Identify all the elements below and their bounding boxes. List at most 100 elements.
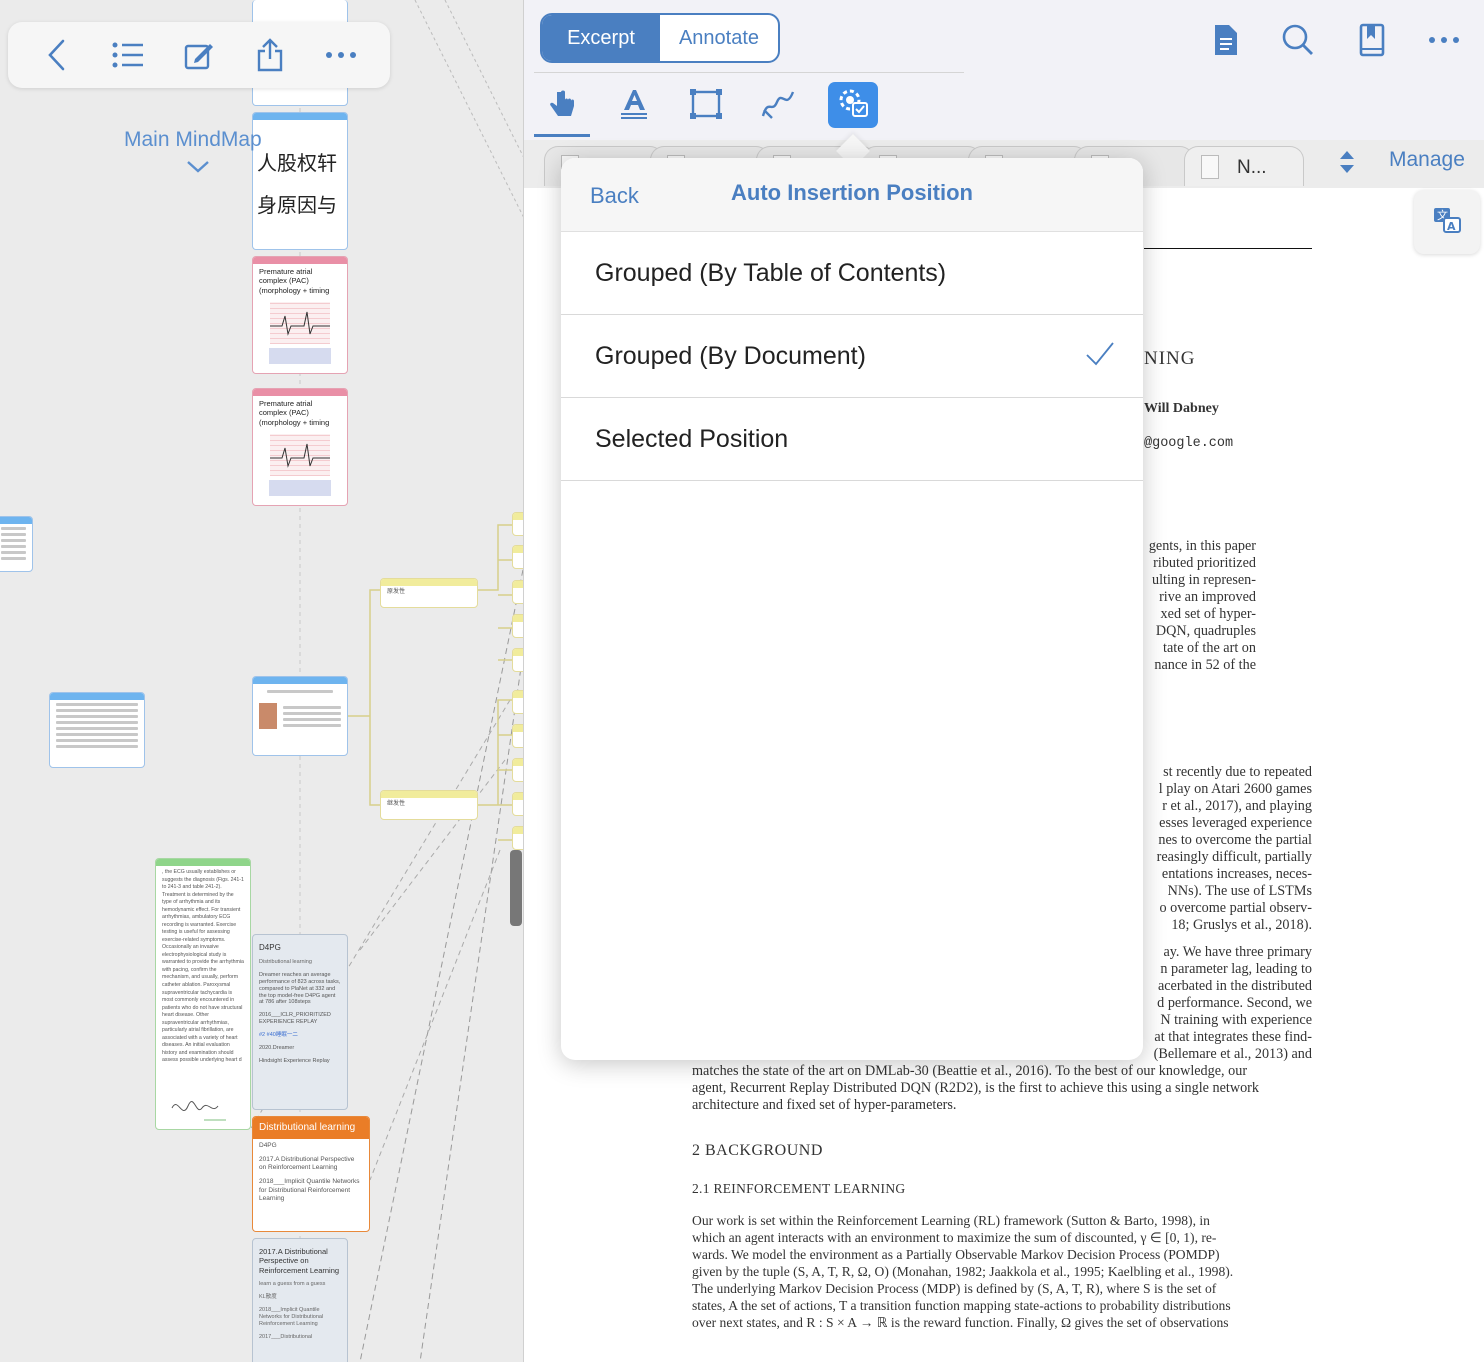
rectangle-select-icon[interactable] [680, 80, 732, 128]
text-line: r et al., 2017), and playing [1162, 798, 1312, 814]
more-icon[interactable] [1422, 18, 1466, 62]
option-label: Grouped (By Document) [595, 341, 866, 370]
excerpt-segment[interactable]: Excerpt [542, 15, 660, 61]
card-note [269, 480, 331, 497]
node-label: 继发性 [387, 801, 406, 807]
mindmap-title[interactable]: Main MindMap [124, 128, 262, 152]
subsection-heading: 2.1 REINFORCEMENT LEARNING [692, 1181, 906, 1196]
text-line: Our work is set within the Reinforcement… [692, 1213, 1210, 1228]
annotate-segment[interactable]: Annotate [660, 15, 778, 61]
card-item: Distributional learning [259, 959, 312, 965]
more-icon[interactable] [319, 33, 363, 77]
ecg-thumbnail [270, 302, 330, 345]
back-chevron-icon[interactable] [35, 33, 79, 77]
node-label: 原发性 [387, 589, 406, 595]
intro-text: st recently due to repeated l play on At… [1144, 764, 1312, 934]
text-line: xed set of hyper- [1160, 606, 1256, 622]
card-item: D4PG [259, 1142, 277, 1149]
share-icon[interactable] [248, 33, 292, 77]
pac-card[interactable]: Premature atrial complex (PAC) (morpholo… [252, 256, 348, 374]
text-line: reasingly difficult, partially [1156, 849, 1312, 865]
mode-segmented-control: Excerpt Annotate [540, 13, 780, 63]
sort-icon[interactable] [1338, 150, 1356, 174]
option-selected-position[interactable]: Selected Position [561, 398, 1143, 481]
mindmap-canvas[interactable]: 人股权轩 身原因与 Premature atrial complex (PAC)… [0, 0, 525, 1362]
author-fragment: Will Dabney [1144, 401, 1219, 416]
text-line: The underlying Markov Decision Process (… [692, 1281, 1217, 1296]
card-item: 2016___ICLR_PRIORITIZED EXPERIENCE REPLA… [259, 1012, 331, 1026]
mindmap-node[interactable]: 原发性 [380, 578, 478, 608]
section-heading: 2 BACKGROUND [692, 1142, 823, 1159]
text-line: ributed prioritized [1153, 555, 1256, 571]
option-label: Selected Position [595, 424, 789, 453]
mindmap-card[interactable] [252, 676, 348, 756]
card-item: 2017.A Distributional Perspective on Rei… [259, 1156, 355, 1172]
hand-pointer-icon[interactable] [536, 80, 588, 128]
search-icon[interactable] [1276, 18, 1320, 62]
d4pg-card[interactable]: D4PG Distributional learning Dreamer rea… [252, 934, 348, 1110]
active-tool-indicator [534, 134, 590, 137]
mindmap-card[interactable] [0, 516, 33, 572]
distributional-learning-card[interactable]: Distributional learning D4PG 2017.A Dist… [252, 1116, 370, 1232]
option-grouped-by-document[interactable]: Grouped (By Document) [561, 315, 1143, 398]
mindmap-card[interactable]: 2017.A Distributional Perspective on Rei… [252, 1238, 348, 1362]
text-line: (Bellemare et al., 2013) and [1153, 1046, 1312, 1062]
reader-toolbar: Excerpt Annotate [524, 0, 1484, 140]
text-line: rive an improved [1159, 589, 1256, 605]
text-line: st recently due to repeated [1163, 764, 1312, 780]
edit-icon[interactable] [177, 33, 221, 77]
pac-card[interactable]: Premature atrial complex (PAC) (morpholo… [252, 388, 348, 506]
option-grouped-by-toc[interactable]: Grouped (By Table of Contents) [561, 232, 1143, 315]
text-line: ay. We have three primary [1163, 944, 1312, 960]
card-item: 2018___Implicit Quantile Networks for Di… [259, 1178, 360, 1202]
text-line: at that integrates these find- [1154, 1029, 1312, 1045]
draw-icon[interactable] [752, 80, 804, 128]
chevron-down-icon[interactable] [186, 160, 210, 174]
checkmark-icon [1086, 342, 1114, 366]
gear-settings-icon [836, 86, 870, 125]
bookmark-icon[interactable] [1350, 18, 1394, 62]
mindmap-card[interactable] [49, 692, 145, 768]
text-line: n parameter lag, leading to [1160, 961, 1312, 977]
card-title: Distributional learning [253, 1117, 369, 1139]
card-text: 身原因与 [257, 193, 337, 217]
card-text: Premature atrial complex (PAC) (morpholo… [259, 267, 330, 295]
tab-title: N... [1237, 157, 1267, 178]
text-line: states, A the set of actions, T a transi… [692, 1298, 1231, 1313]
mindmap-card-excerpt[interactable]: , the ECG usually establishes or suggest… [155, 858, 251, 1130]
text-line: esses leveraged experience [1159, 815, 1312, 831]
card-item: learn a guess from a guess [259, 1281, 326, 1288]
text-line: which an agent interacts with an environ… [692, 1230, 1217, 1245]
paper-title-fragment: NING [1144, 348, 1196, 369]
text-line: matches the state of the art on DMLab-30… [692, 1063, 1248, 1079]
document-tab[interactable]: N... [1184, 146, 1304, 186]
card-item: Dreamer reaches an average performance o… [259, 971, 341, 1006]
text-line: nance in 52 of the [1154, 657, 1256, 673]
manage-button[interactable]: Manage [1389, 148, 1465, 172]
mindmap-node[interactable]: 继发性 [380, 790, 478, 820]
card-text: Premature atrial complex (PAC) (morpholo… [259, 399, 330, 427]
list-icon[interactable] [106, 33, 150, 77]
document-icon[interactable] [1204, 18, 1248, 62]
text-line: agent, Recurrent Replay Distributed DQN … [692, 1080, 1259, 1096]
ecg-thumbnail [270, 434, 330, 477]
text-line: gents, in this paper [1148, 538, 1256, 554]
auto-insertion-settings-button[interactable] [828, 82, 878, 128]
mindmap-toolbar [8, 22, 390, 88]
card-item: #2 #40睡眠一二 [259, 1032, 298, 1038]
card-text: , the ECG usually establishes or suggest… [162, 869, 244, 1064]
text-line: architecture and fixed set of hyper-para… [692, 1097, 957, 1113]
rl-text: Our work is set within the Reinforcement… [692, 1212, 1312, 1331]
text-line: over next states, and R : S × A → ℝ is t… [692, 1315, 1229, 1330]
abstract-text: gents, in this paper ributed prioritized… [1144, 538, 1256, 674]
email-fragment: @google.com [1144, 436, 1234, 451]
divider [534, 72, 964, 73]
text-line: d performance. Second, we [1157, 995, 1312, 1011]
highlight-text-icon[interactable] [608, 80, 660, 128]
text-line: 18; Gruslys et al., 2018). [1171, 917, 1312, 933]
card-text: 人股权轩 [257, 151, 337, 175]
text-line: NNs). The use of LSTMs [1167, 883, 1312, 899]
mindmap-card-cjk[interactable]: 人股权轩 身原因与 [252, 112, 348, 250]
popover-header: Back Auto Insertion Position [561, 158, 1143, 232]
text-line: nes to overcome the partial [1158, 832, 1312, 848]
